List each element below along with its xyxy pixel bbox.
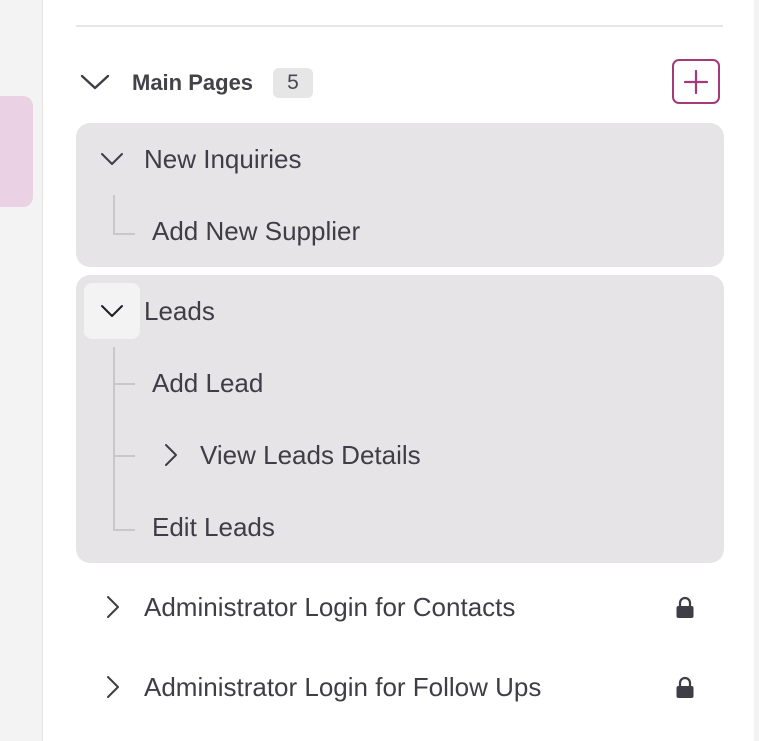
section-title: Main Pages (132, 70, 254, 95)
chevron-right-icon[interactable] (144, 427, 194, 483)
tree-item-label: Leads (144, 296, 215, 326)
divider (76, 25, 723, 27)
tree-item-view-leads-details[interactable]: View Leads Details (76, 427, 724, 483)
chevron-right-icon[interactable] (92, 659, 132, 715)
tree-item-new-inquiries[interactable]: New Inquiries (76, 131, 724, 187)
tree-item-edit-leads[interactable]: Edit Leads (76, 499, 724, 555)
chevron-down-icon[interactable] (84, 283, 140, 339)
lock-icon (675, 596, 695, 620)
tree-item-add-new-supplier[interactable]: Add New Supplier (76, 203, 724, 259)
left-rail (0, 0, 42, 741)
chevron-down-icon[interactable] (80, 70, 110, 94)
chevron-right-icon[interactable] (92, 579, 132, 635)
tree-item-admin-login-follow-ups[interactable]: Administrator Login for Follow Ups (76, 659, 724, 715)
tree-item-label: View Leads Details (200, 440, 421, 470)
pages-panel: Main Pages 5 New Inquiries Add New Suppl… (42, 0, 755, 741)
page-group-leads: Leads Add Lead View Leads Details Edit L… (76, 275, 724, 563)
page-group-new-inquiries: New Inquiries Add New Supplier (76, 123, 724, 267)
tree-item-label: Administrator Login for Contacts (144, 592, 516, 622)
section-header-main-pages: Main Pages 5 (76, 58, 724, 108)
tree-item-label: Add Lead (152, 368, 264, 398)
tree-item-add-lead[interactable]: Add Lead (76, 355, 724, 411)
add-page-button[interactable] (672, 59, 720, 104)
tree-item-label: Add New Supplier (152, 216, 361, 246)
lock-icon (675, 676, 695, 700)
tree-item-label: Administrator Login for Follow Ups (144, 672, 542, 702)
plus-icon (684, 70, 708, 94)
page-count-badge: 5 (273, 68, 313, 98)
right-rail (754, 0, 759, 741)
chevron-down-icon[interactable] (84, 131, 140, 187)
tree-item-label: New Inquiries (144, 144, 302, 174)
tree-item-label: Edit Leads (152, 512, 275, 542)
tree-item-leads[interactable]: Leads (76, 283, 724, 339)
tree-item-admin-login-contacts[interactable]: Administrator Login for Contacts (76, 579, 724, 635)
rail-active-indicator[interactable] (0, 96, 33, 207)
